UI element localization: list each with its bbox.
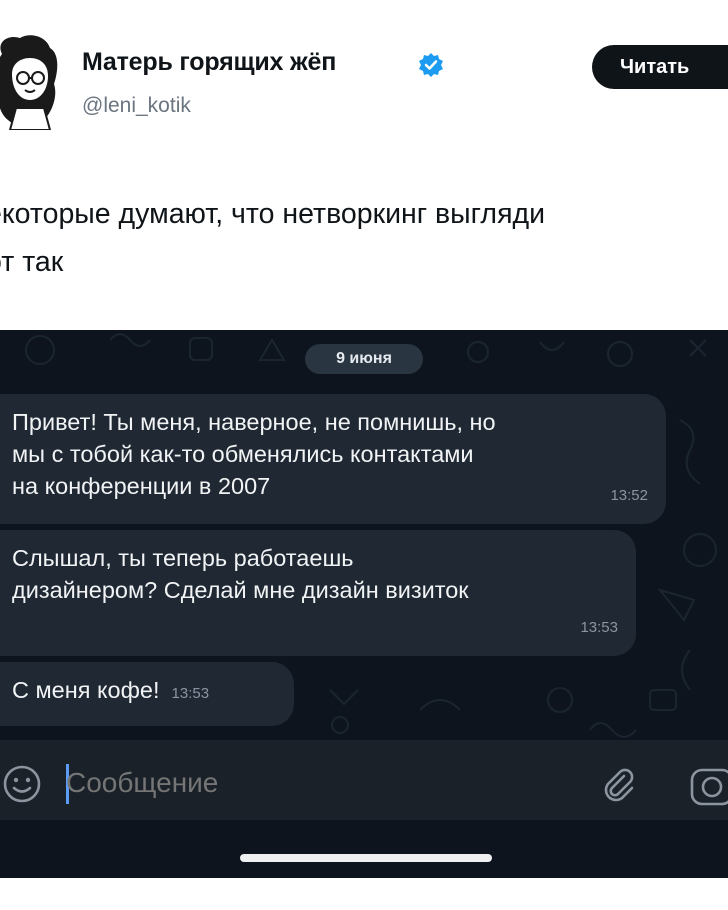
home-indicator[interactable]	[240, 854, 492, 862]
message-input[interactable]	[64, 766, 528, 800]
tweet-text-line-1: екоторые думают, что нетворкинг выгляди	[0, 198, 546, 230]
system-nav-bar	[0, 820, 728, 878]
follow-button[interactable]: Читать	[592, 45, 728, 89]
camera-icon[interactable]	[688, 764, 728, 808]
message-line: Слышал, ты теперь работаешь	[12, 545, 354, 571]
author-name[interactable]: Матерь горящих жёп	[82, 48, 336, 77]
message-bubble[interactable]: Слышал, ты теперь работаешь дизайнером? …	[0, 530, 636, 656]
message-time: 13:53	[171, 685, 210, 702]
message-line: дизайнером? Сделай мне дизайн визиток	[12, 577, 469, 603]
message-line: мы с тобой как-то обменялись контактами	[12, 441, 474, 467]
date-separator: 9 июня	[305, 344, 423, 374]
message-time: 13:52	[610, 487, 648, 504]
avatar[interactable]	[0, 34, 66, 131]
message-bubble[interactable]: С меня кофе! 13:53	[0, 662, 294, 726]
message-line: Привет! Ты меня, наверное, не помнишь, н…	[12, 409, 496, 435]
verified-badge-icon	[418, 52, 444, 78]
message-text: С меня кофе!	[12, 677, 160, 703]
chat-screenshot[interactable]: 9 июня Привет! Ты меня, наверное, не пом…	[0, 330, 728, 878]
emoji-icon[interactable]	[0, 762, 44, 806]
tweet-text-line-2: от так	[0, 246, 64, 278]
message-composer	[0, 740, 728, 820]
author-handle[interactable]: @leni_kotik	[82, 94, 191, 118]
message-bubble[interactable]: Привет! Ты меня, наверное, не помнишь, н…	[0, 394, 666, 524]
tweet-text: екоторые думают, что нетворкинг выгляди …	[0, 190, 728, 286]
message-text: Привет! Ты меня, наверное, не помнишь, н…	[12, 406, 666, 502]
paperclip-icon[interactable]	[598, 764, 638, 804]
message-line: на конференции в 2007	[12, 473, 271, 499]
message-time: 13:53	[580, 619, 618, 636]
message-text: Слышал, ты теперь работаешь дизайнером? …	[12, 542, 636, 606]
